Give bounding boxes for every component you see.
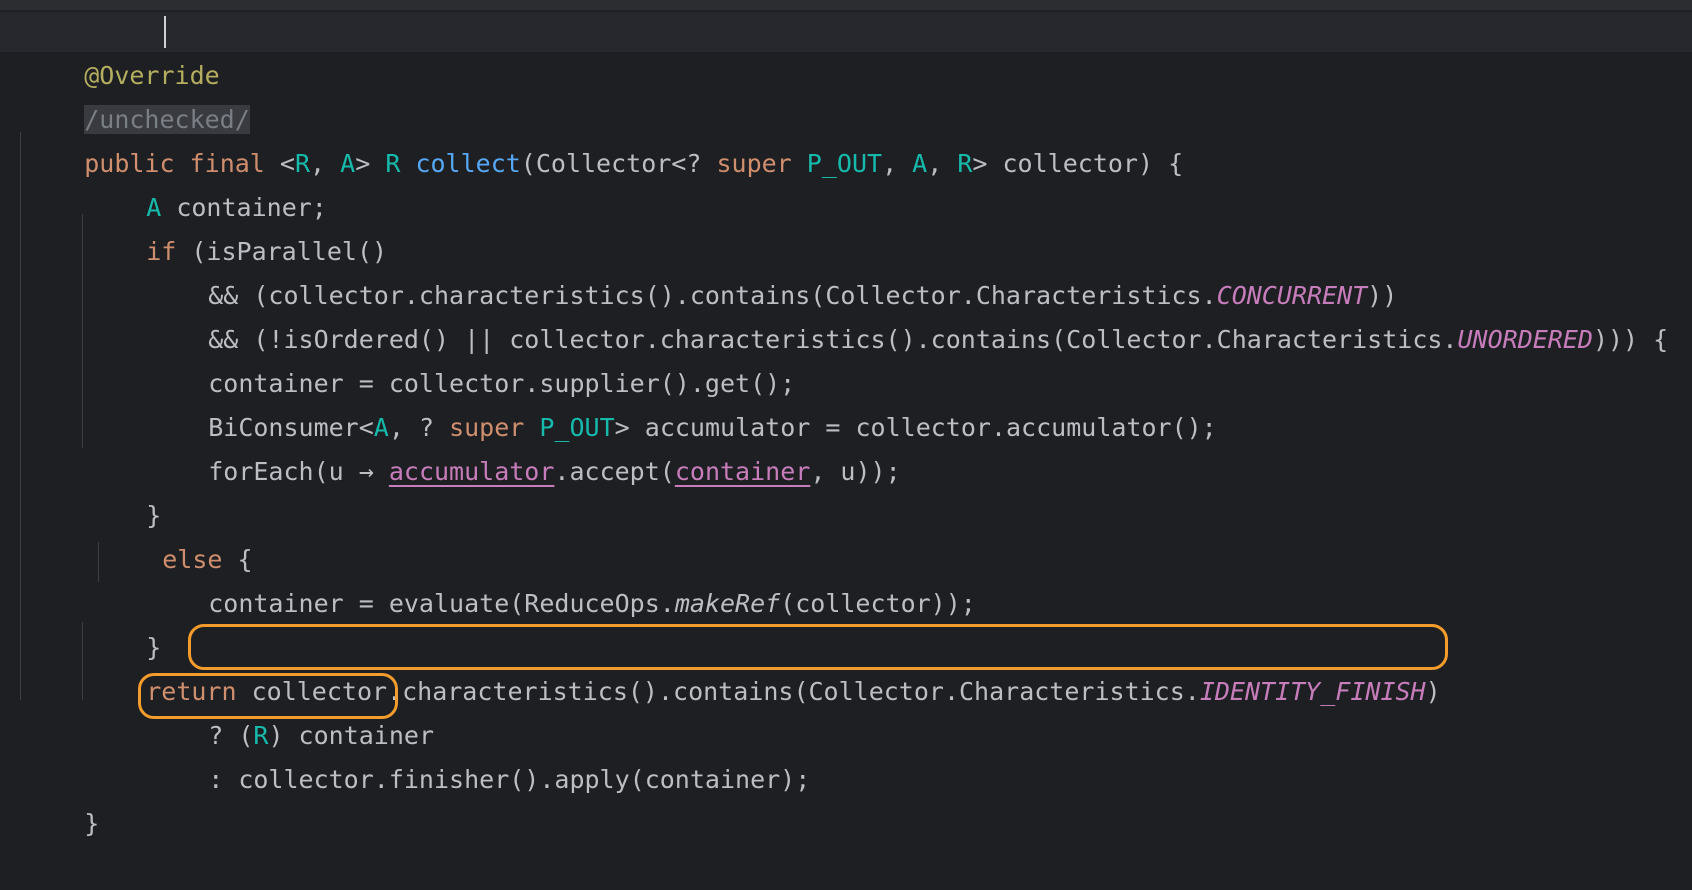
captured-variable-container[interactable]: container — [675, 457, 810, 486]
type-param-r: R — [385, 149, 401, 178]
code-line-1[interactable]: @Override — [24, 10, 219, 90]
indent-guide-return — [82, 622, 83, 700]
code-token: .accept( — [554, 457, 675, 486]
keyword-super: super — [716, 149, 792, 178]
code-line-2[interactable]: /unchecked/ — [24, 54, 250, 134]
code-line-8[interactable]: container = collector.supplier().get(); — [148, 318, 795, 398]
code-token: : collector.finisher().apply(container); — [208, 765, 811, 794]
code-line-13[interactable]: container = evaluate(ReduceOps.makeRef(c… — [148, 538, 976, 618]
method-name-collect: collect — [415, 149, 521, 178]
code-token: (collector)); — [780, 589, 976, 618]
code-line-9[interactable]: BiConsumer<A, ? super P_OUT> accumulator… — [148, 362, 1217, 442]
type-param-a: A — [340, 149, 356, 178]
code-line-6[interactable]: && (collector.characteristics().contains… — [148, 230, 1397, 310]
editor-top-band — [0, 0, 1692, 10]
code-line-14[interactable]: } — [86, 582, 161, 662]
highlight-box-condition — [188, 624, 1448, 670]
code-token: > collector) { — [972, 149, 1184, 178]
type-param-a: A — [912, 149, 928, 178]
type-param-p-out: P_OUT — [806, 149, 883, 178]
method-make-ref: makeRef — [674, 589, 781, 618]
code-token: , — [882, 149, 913, 178]
code-token: ) — [1425, 677, 1441, 706]
indent-guide-method — [20, 132, 21, 700]
code-token: , — [927, 149, 958, 178]
code-line-10[interactable]: forEach(u → accumulator.accept(container… — [148, 406, 900, 486]
code-line-4[interactable]: A container; — [86, 142, 327, 222]
constant-unordered: UNORDERED — [1457, 325, 1593, 354]
code-editor[interactable]: @Override /unchecked/ public final <R, A… — [0, 0, 1692, 838]
code-line-11[interactable]: } — [86, 450, 161, 530]
captured-variable-accumulator[interactable]: accumulator — [389, 457, 555, 486]
code-token: forEach(u → — [208, 457, 389, 486]
indent-guide-if-condition — [82, 214, 83, 448]
code-token: } — [84, 809, 100, 838]
code-line-18[interactable]: } — [24, 758, 99, 838]
code-line-17[interactable]: : collector.finisher().apply(container); — [148, 714, 810, 794]
code-token: ))) { — [1592, 325, 1669, 354]
code-token: container = evaluate(ReduceOps. — [208, 589, 675, 618]
code-token: , u)); — [810, 457, 901, 486]
highlight-box-cast — [138, 673, 398, 719]
code-line-7[interactable]: && (!isOrdered() || collector.characteri… — [148, 274, 1668, 354]
code-line-3[interactable]: public final <R, A> R collect(Collector<… — [24, 98, 1183, 178]
code-line-5[interactable]: if (isParallel() — [86, 186, 387, 266]
code-token: (Collector<? — [520, 149, 717, 178]
code-line-12[interactable]: else { — [102, 494, 252, 574]
text-caret — [164, 16, 166, 48]
current-line-highlight — [0, 12, 1692, 52]
code-token: > — [355, 149, 386, 178]
constant-identity-finish: IDENTITY_FINISH — [1199, 677, 1426, 706]
type-param-r: R — [957, 149, 973, 178]
